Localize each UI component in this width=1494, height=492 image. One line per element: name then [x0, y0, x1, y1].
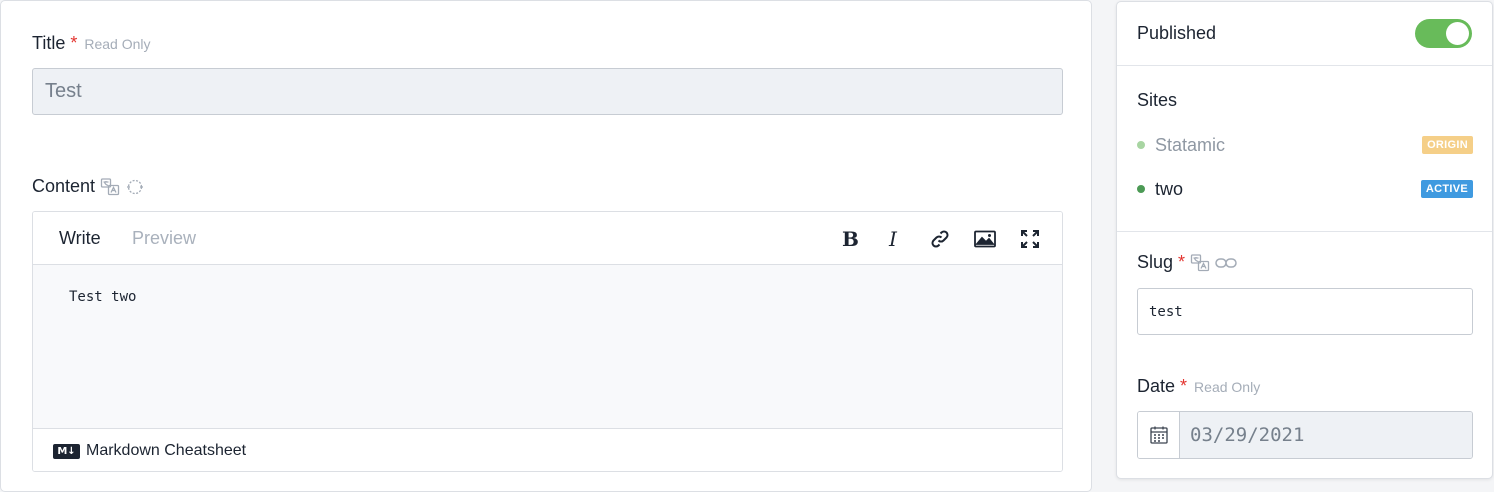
- title-input[interactable]: Test: [32, 68, 1063, 115]
- fullscreen-icon: [1021, 230, 1039, 248]
- toggle-knob: [1446, 22, 1469, 45]
- title-input-value: Test: [45, 80, 82, 102]
- editor-footer: M↓ Markdown Cheatsheet: [33, 429, 1062, 471]
- link-button[interactable]: [925, 224, 955, 254]
- published-row: Published: [1117, 2, 1492, 66]
- active-badge: ACTIVE: [1420, 180, 1473, 198]
- editor-content-text: Test two: [69, 289, 137, 305]
- site-name: two: [1155, 178, 1184, 199]
- editor-textarea[interactable]: Test two: [33, 265, 1062, 429]
- bold-button[interactable]: B: [835, 224, 865, 254]
- sites-section: Sites Statamic ORIGIN two ACTIVE: [1117, 66, 1492, 232]
- link-icon[interactable]: [1215, 256, 1237, 270]
- date-label-text: Date: [1137, 376, 1176, 396]
- date-field: 03/29/2021: [1137, 411, 1473, 459]
- fullscreen-button[interactable]: [1015, 224, 1045, 254]
- required-mark: *: [70, 33, 78, 53]
- main-publish-form: Title * Read Only Test Content Write Pre…: [0, 0, 1092, 492]
- site-name: Statamic: [1155, 134, 1226, 155]
- unlink-sync-icon[interactable]: [125, 177, 145, 197]
- svg-text:B: B: [842, 229, 859, 249]
- site-item-statamic[interactable]: Statamic ORIGIN: [1137, 133, 1473, 157]
- published-label: Published: [1137, 23, 1217, 43]
- read-only-label: Read Only: [84, 35, 151, 52]
- date-input[interactable]: 03/29/2021: [1180, 412, 1472, 458]
- bold-icon: B: [842, 229, 859, 249]
- slug-label-text: Slug: [1137, 252, 1174, 272]
- italic-icon: I: [888, 229, 898, 249]
- site-item-two[interactable]: two ACTIVE: [1137, 177, 1473, 201]
- svg-text:I: I: [888, 229, 898, 249]
- date-value-text: 03/29/2021: [1190, 424, 1305, 446]
- calendar-button[interactable]: [1138, 412, 1180, 458]
- title-label-text: Title: [32, 33, 66, 53]
- title-field-label: Title * Read Only: [32, 33, 151, 54]
- content-field-label: Content: [32, 176, 145, 197]
- image-icon: [974, 230, 996, 248]
- site-status-dot: [1137, 185, 1145, 193]
- tab-preview[interactable]: Preview: [132, 228, 196, 249]
- image-button[interactable]: [970, 224, 1000, 254]
- slug-field-label: Slug *: [1137, 252, 1237, 273]
- markdown-cheatsheet-link[interactable]: Markdown Cheatsheet: [86, 442, 246, 460]
- required-mark: *: [1180, 376, 1188, 396]
- sites-title: Sites: [1137, 90, 1178, 110]
- published-toggle[interactable]: [1415, 19, 1472, 48]
- required-mark: *: [1178, 252, 1186, 272]
- link-icon: [931, 230, 949, 248]
- translate-icon[interactable]: [100, 177, 120, 197]
- site-status-dot: [1137, 141, 1145, 149]
- slug-input[interactable]: test: [1137, 288, 1473, 335]
- sidebar-panel: Published Sites Statamic ORIGIN two ACTI…: [1116, 1, 1493, 479]
- markdown-editor: Write Preview B I Test two M↓ Markdown C…: [32, 211, 1063, 472]
- italic-button[interactable]: I: [880, 224, 910, 254]
- tab-write[interactable]: Write: [59, 228, 101, 249]
- calendar-icon: [1149, 426, 1168, 444]
- slug-value: test: [1149, 303, 1183, 320]
- date-field-label: Date * Read Only: [1137, 376, 1260, 397]
- translate-icon[interactable]: [1190, 253, 1210, 273]
- read-only-label: Read Only: [1194, 378, 1261, 395]
- content-label-text: Content: [32, 176, 96, 196]
- origin-badge: ORIGIN: [1422, 136, 1473, 154]
- editor-toolbar: Write Preview B I: [33, 212, 1062, 265]
- markdown-icon: M↓: [53, 443, 80, 459]
